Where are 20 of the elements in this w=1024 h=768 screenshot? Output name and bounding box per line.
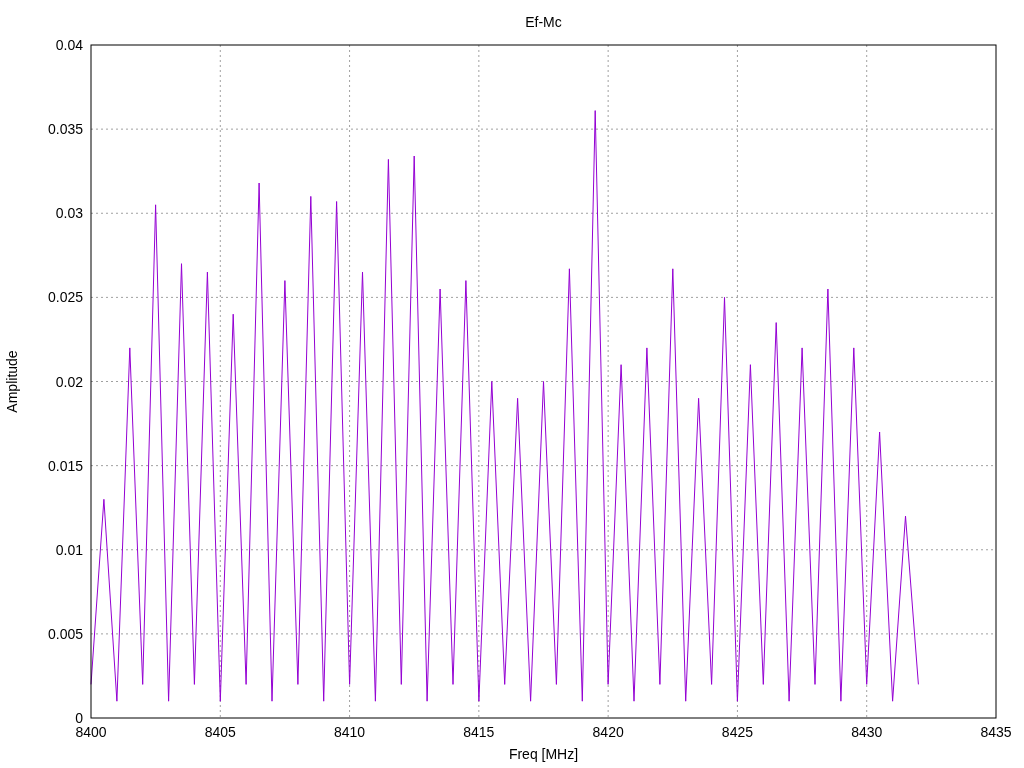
tick-label: 8415: [463, 724, 495, 740]
tick-label: 0.04: [55, 37, 83, 53]
tick-label: 8410: [334, 724, 366, 740]
tick-label: 8405: [204, 724, 236, 740]
x-axis-label: Freq [MHz]: [508, 746, 579, 762]
tick-label: 0.005: [47, 625, 83, 642]
tick-label: 0.015: [47, 457, 83, 474]
tick-label: 0.02: [55, 373, 83, 390]
tick-label: 0.035: [47, 121, 83, 138]
tick-label: 0.01: [55, 541, 83, 558]
chart-title: Ef-Mc: [525, 14, 562, 30]
tick-label: 8435: [980, 724, 1012, 740]
y-axis-label: Amplitude: [4, 350, 20, 413]
tick-label: 8400: [75, 724, 107, 740]
tick-label: 8425: [721, 724, 753, 740]
tick-label: 0.03: [55, 205, 83, 222]
tick-label: 0: [75, 710, 83, 726]
tick-label: 8420: [592, 724, 624, 740]
tick-label: 0.025: [47, 289, 83, 306]
tick-label: 8430: [851, 724, 883, 740]
